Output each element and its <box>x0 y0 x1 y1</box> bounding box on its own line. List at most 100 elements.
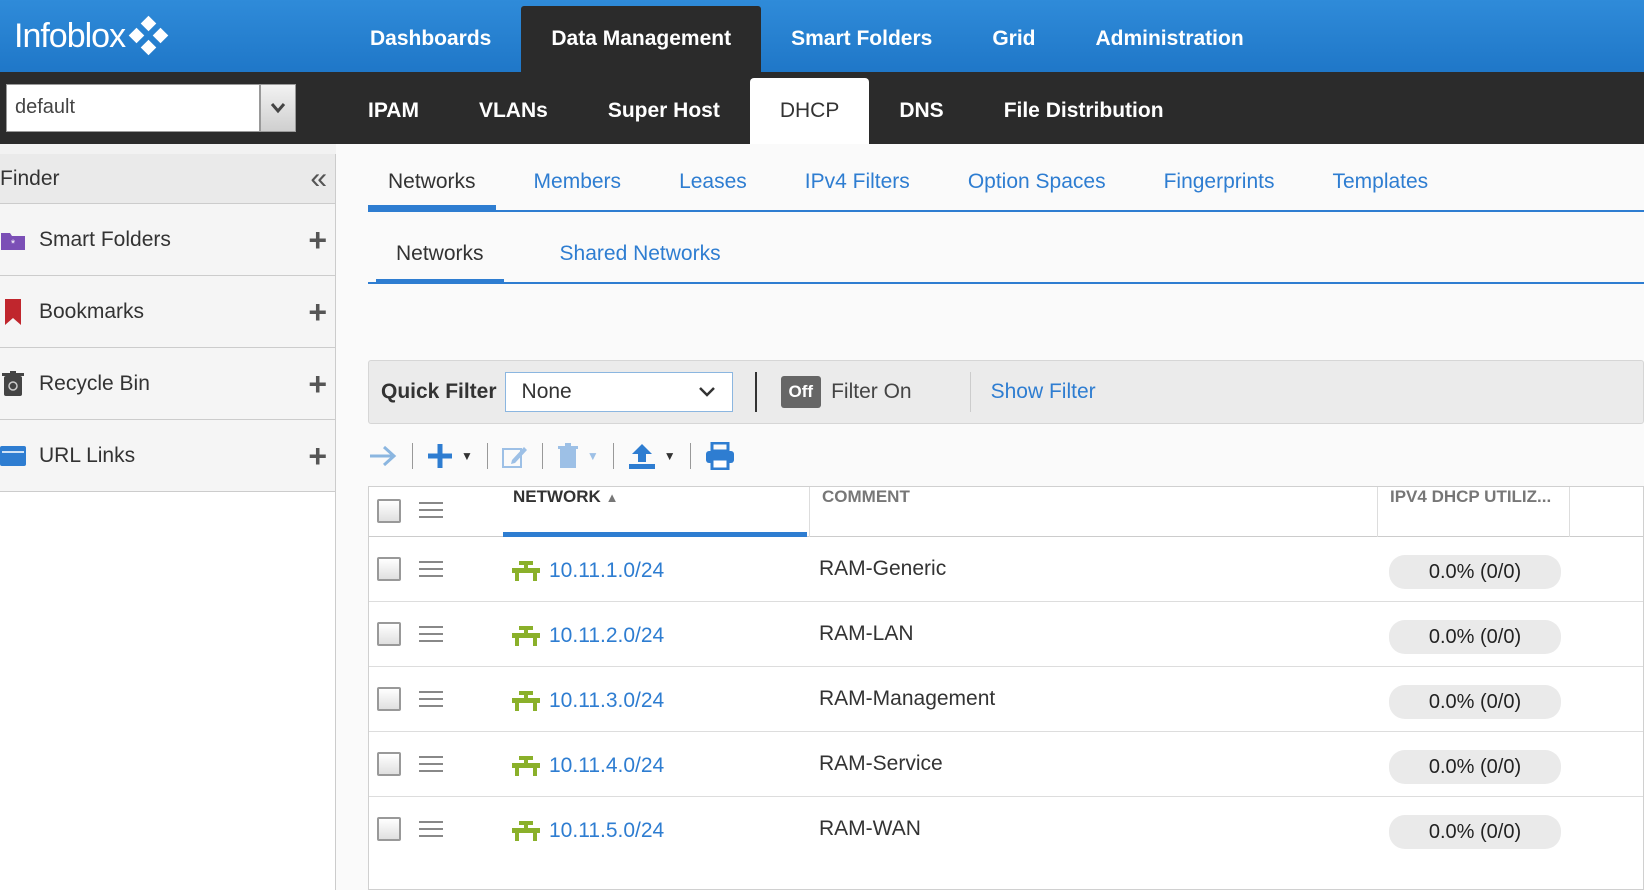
subnav-ipam[interactable]: IPAM <box>338 78 449 144</box>
recycle-bin-icon <box>0 370 26 397</box>
quick-filter-select[interactable]: None <box>504 372 733 412</box>
row-menu-icon[interactable] <box>419 626 443 642</box>
subnav-dns[interactable]: DNS <box>869 78 973 144</box>
add-recycle-bin-icon[interactable]: + <box>308 368 327 400</box>
import-export-button[interactable]: ▼ <box>628 442 676 470</box>
network-link[interactable]: 10.11.5.0/24 <box>549 819 664 843</box>
network-link[interactable]: 10.11.3.0/24 <box>549 689 664 713</box>
subnav-super-host[interactable]: Super Host <box>578 78 750 144</box>
tab-networks[interactable]: Networks <box>368 170 496 210</box>
comment-cell: RAM-WAN <box>819 817 921 840</box>
row-menu-icon[interactable] <box>419 756 443 772</box>
subtab-networks[interactable]: Networks <box>376 242 504 284</box>
plus-icon <box>428 444 452 468</box>
nav-grid[interactable]: Grid <box>962 6 1065 72</box>
trash-icon <box>557 443 578 468</box>
quick-filter-label: Quick Filter <box>381 380 497 403</box>
edit-icon[interactable] <box>501 444 528 468</box>
subtab-shared-networks[interactable]: Shared Networks <box>540 242 741 284</box>
network-cell: 10.11.4.0/24 <box>511 754 664 778</box>
table-row[interactable]: 10.11.2.0/24 RAM-LAN 0.0% (0/0) <box>369 602 1643 667</box>
toolbar-divider <box>541 443 543 469</box>
open-arrow-icon[interactable] <box>368 444 398 468</box>
add-url-link-icon[interactable]: + <box>308 440 327 472</box>
network-link[interactable]: 10.11.2.0/24 <box>549 624 664 648</box>
finder-title: Finder <box>0 166 60 190</box>
caret-down-icon: ▼ <box>461 449 473 463</box>
network-icon <box>512 561 540 581</box>
finder-item-recycle-bin[interactable]: Recycle Bin + <box>0 348 335 420</box>
nav-data-management[interactable]: Data Management <box>521 6 762 72</box>
finder-item-url-links[interactable]: URL Links + <box>0 420 335 492</box>
row-checkbox[interactable] <box>377 817 401 841</box>
nav-smart-folders[interactable]: Smart Folders <box>761 6 962 72</box>
finder-panel: Finder « * Smart Folders + Bookmarks + R… <box>0 154 336 890</box>
main-menu: Dashboards Data Management Smart Folders… <box>340 6 1274 72</box>
chevron-down-icon <box>698 387 715 397</box>
tab-ipv4-filters[interactable]: IPv4 Filters <box>785 170 930 210</box>
row-menu-icon[interactable] <box>419 821 443 837</box>
add-button[interactable]: ▼ <box>427 443 473 469</box>
delete-button[interactable]: ▼ <box>557 443 599 469</box>
subnav-dhcp[interactable]: DHCP <box>749 78 870 144</box>
subnav-vlans[interactable]: VLANs <box>449 78 578 144</box>
row-checkbox[interactable] <box>377 752 401 776</box>
tab-leases[interactable]: Leases <box>659 170 767 210</box>
subnav-file-distribution[interactable]: File Distribution <box>974 78 1194 144</box>
comment-cell: RAM-Management <box>819 687 996 710</box>
chevron-down-icon[interactable] <box>260 84 296 132</box>
tab-members[interactable]: Members <box>514 170 642 210</box>
network-view-value[interactable]: default <box>6 84 260 132</box>
quick-filter-bar: Quick Filter None Off Filter On Show Fil… <box>368 360 1644 424</box>
column-menu-icon[interactable] <box>419 502 443 518</box>
column-network-label: NETWORK ▲ <box>501 473 630 520</box>
toolbar-divider <box>486 443 488 469</box>
table-row[interactable]: 10.11.4.0/24 RAM-Service 0.0% (0/0) <box>369 732 1643 797</box>
add-smart-folder-icon[interactable]: + <box>308 224 327 256</box>
toolbar-divider <box>412 443 413 469</box>
finder-item-label: Recycle Bin <box>39 371 150 395</box>
collapse-panel-icon[interactable]: « <box>310 163 327 194</box>
column-comment-label: COMMENT <box>822 487 910 506</box>
row-checkbox[interactable] <box>377 687 401 711</box>
network-cell: 10.11.5.0/24 <box>511 819 664 843</box>
table-row[interactable]: 10.11.3.0/24 RAM-Management 0.0% (0/0) <box>369 667 1643 732</box>
finder-header: Finder « <box>0 154 335 204</box>
main-content: Networks Members Leases IPv4 Filters Opt… <box>336 144 1644 890</box>
logo-text: Infoblox <box>14 16 126 55</box>
finder-item-bookmarks[interactable]: Bookmarks + <box>0 276 335 348</box>
network-view-select[interactable]: default <box>6 84 296 132</box>
print-icon[interactable] <box>705 442 735 470</box>
show-filter-link[interactable]: Show Filter <box>991 380 1096 404</box>
row-checkbox[interactable] <box>377 557 401 581</box>
column-network[interactable]: NETWORK ▲ <box>501 487 807 537</box>
smart-folder-icon: * <box>0 227 26 253</box>
column-comment[interactable]: COMMENT <box>809 487 1377 537</box>
column-ipv4-dhcp-utilization[interactable]: IPV4 DHCP UTILIZ... <box>1377 487 1569 537</box>
sort-ascending-icon: ▲ <box>605 490 619 505</box>
tab-fingerprints[interactable]: Fingerprints <box>1144 170 1295 210</box>
row-menu-icon[interactable] <box>419 691 443 707</box>
grid-toolbar: ▼ ▼ ▼ <box>368 436 735 476</box>
infoblox-logo[interactable]: Infoblox <box>14 14 169 58</box>
nav-administration[interactable]: Administration <box>1065 6 1273 72</box>
sub-menu: IPAM VLANs Super Host DHCP DNS File Dist… <box>338 78 1194 144</box>
column-next[interactable] <box>1569 487 1644 537</box>
select-all-checkbox[interactable] <box>377 499 401 523</box>
network-link[interactable]: 10.11.1.0/24 <box>549 559 664 583</box>
filter-toggle[interactable]: Off <box>780 376 822 408</box>
caret-down-icon: ▼ <box>663 449 676 463</box>
table-row[interactable]: 10.11.1.0/24 RAM-Generic 0.0% (0/0) <box>369 537 1643 602</box>
finder-item-smart-folders[interactable]: * Smart Folders + <box>0 204 335 276</box>
row-checkbox[interactable] <box>377 622 401 646</box>
divider <box>969 372 971 412</box>
row-menu-icon[interactable] <box>419 561 443 577</box>
add-bookmark-icon[interactable]: + <box>308 296 327 328</box>
network-link[interactable]: 10.11.4.0/24 <box>549 754 664 778</box>
toolbar-divider <box>689 443 691 469</box>
network-cell: 10.11.2.0/24 <box>511 624 664 648</box>
tab-templates[interactable]: Templates <box>1312 170 1448 210</box>
table-row[interactable]: 10.11.5.0/24 RAM-WAN 0.0% (0/0) <box>369 797 1643 862</box>
nav-dashboards[interactable]: Dashboards <box>340 6 521 72</box>
tab-option-spaces[interactable]: Option Spaces <box>948 170 1126 210</box>
